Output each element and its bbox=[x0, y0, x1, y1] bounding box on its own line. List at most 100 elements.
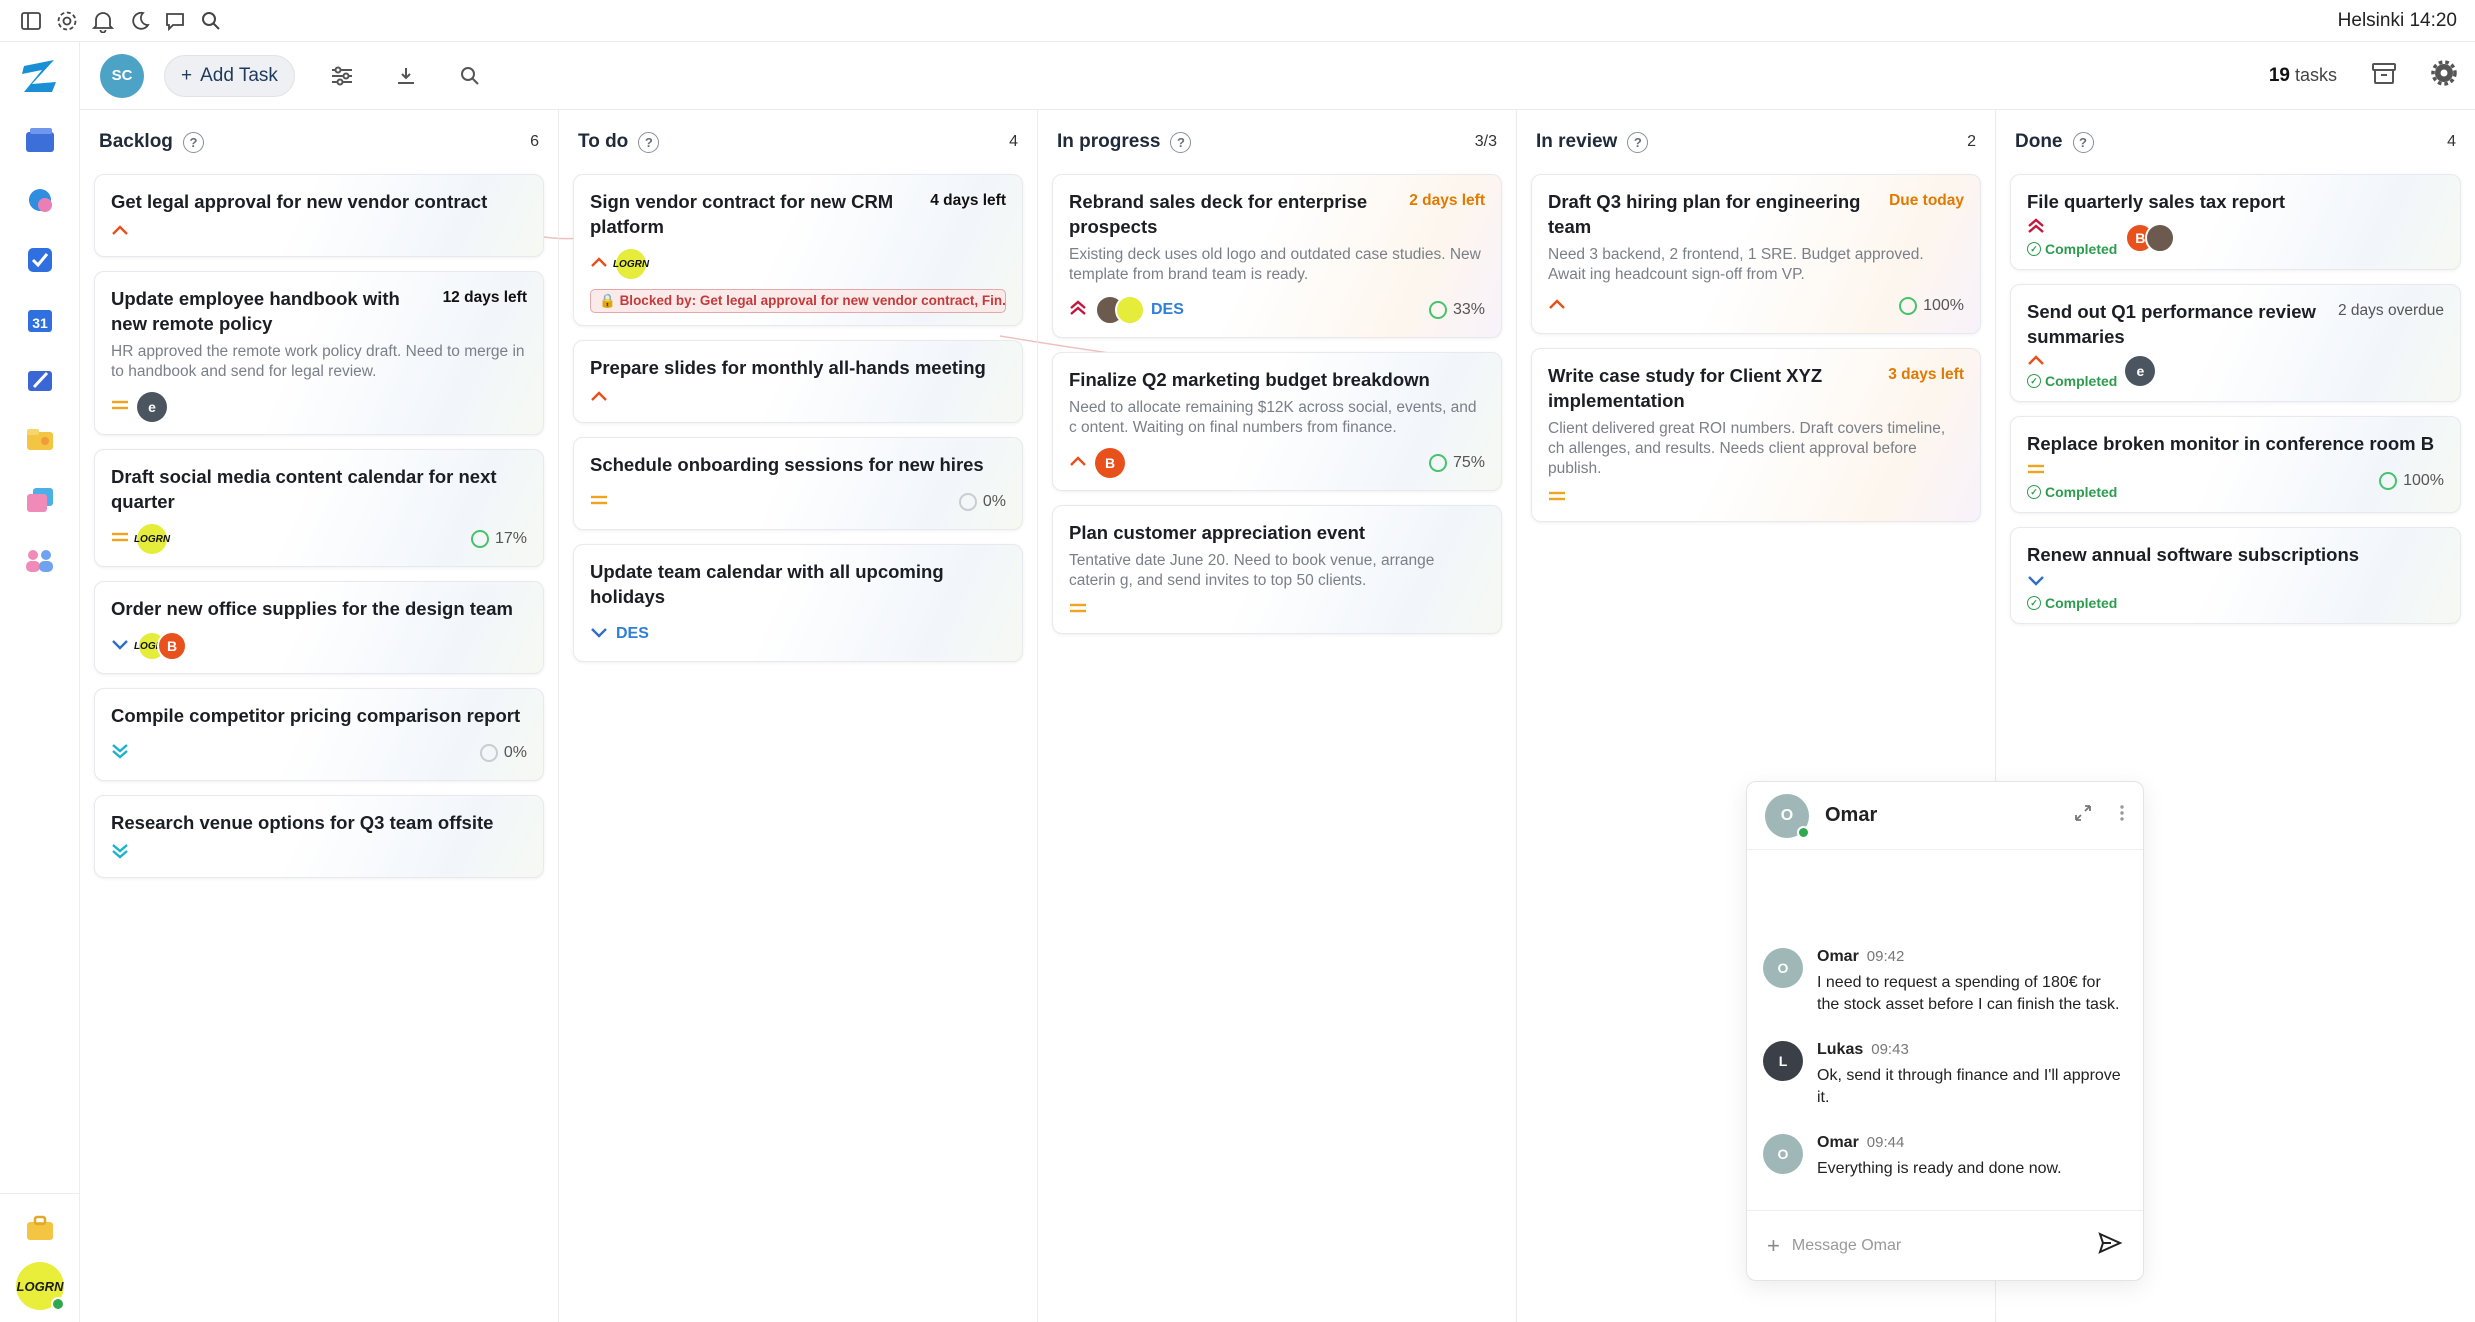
progress-indicator: 33% bbox=[1428, 301, 1485, 319]
assignee-avatar[interactable]: LOGRN bbox=[134, 524, 170, 554]
folder-icon[interactable] bbox=[20, 420, 60, 460]
search-icon[interactable] bbox=[453, 59, 487, 93]
task-card[interactable]: Order new office supplies for the design… bbox=[94, 581, 544, 674]
column-header: Backlog? 6 bbox=[94, 110, 544, 174]
team-tag[interactable]: DES bbox=[1151, 301, 1184, 319]
task-card[interactable]: Update team calendar with all upcoming h… bbox=[573, 544, 1023, 662]
column-title: In review bbox=[1536, 131, 1618, 152]
tasks-icon[interactable] bbox=[20, 240, 60, 280]
chat-composer: + bbox=[1747, 1210, 2143, 1280]
team-tag[interactable]: DES bbox=[616, 625, 649, 643]
progress-indicator: 17% bbox=[470, 530, 527, 548]
task-card[interactable]: Sign vendor contract for new CRM platfor… bbox=[573, 174, 1023, 326]
app-logo[interactable] bbox=[18, 54, 62, 98]
card-title: Write case study for Client XYZ implemen… bbox=[1548, 365, 1823, 411]
progress-indicator: 0% bbox=[958, 493, 1006, 511]
task-card[interactable]: Replace broken monitor in conference roo… bbox=[2010, 416, 2461, 513]
card-title: Replace broken monitor in conference roo… bbox=[2027, 433, 2435, 454]
expand-icon[interactable] bbox=[2073, 803, 2093, 828]
message-author: Lukas bbox=[1817, 1041, 1864, 1058]
task-card[interactable]: Compile competitor pricing comparison re… bbox=[94, 688, 544, 781]
priority-lowest-icon bbox=[111, 842, 129, 865]
column-header: In progress? 3/3 bbox=[1052, 110, 1502, 174]
chat-bubble-icon[interactable] bbox=[162, 8, 188, 34]
task-card[interactable]: Plan customer appreciation event Tentativ… bbox=[1052, 505, 1502, 634]
progress-ring bbox=[958, 493, 977, 511]
system-bar: Helsinki 14:20 bbox=[0, 0, 2475, 42]
column-header: To do? 4 bbox=[573, 110, 1023, 174]
assignee-logo-avatar[interactable] bbox=[1115, 295, 1145, 325]
column-title: To do bbox=[578, 131, 629, 152]
task-card[interactable]: Finalize Q2 marketing budget breakdown Ne… bbox=[1052, 352, 1502, 491]
help-icon[interactable]: ? bbox=[182, 131, 204, 153]
task-card[interactable]: Prepare slides for monthly all-hands mee… bbox=[573, 340, 1023, 423]
task-card[interactable]: Draft social media content calendar for … bbox=[94, 449, 544, 567]
help-icon[interactable]: ? bbox=[1627, 131, 1649, 153]
filter-icon[interactable] bbox=[325, 59, 359, 93]
contact-avatar[interactable]: O bbox=[1765, 793, 1810, 839]
board-toolbar: SC + Add Task 19 tasks bbox=[80, 42, 2475, 110]
task-card[interactable]: Schedule onboarding sessions for new hir… bbox=[573, 437, 1023, 530]
docs-icon[interactable] bbox=[20, 480, 60, 520]
progress-indicator: 100% bbox=[1899, 297, 1964, 315]
card-due: 12 days left bbox=[442, 289, 527, 306]
priority-low-icon bbox=[590, 625, 608, 643]
send-icon[interactable] bbox=[2097, 1231, 2123, 1260]
user-avatar[interactable]: SC bbox=[100, 53, 144, 98]
assignee-avatar[interactable]: B bbox=[1095, 448, 1125, 478]
assignee-avatar[interactable]: e bbox=[2125, 356, 2156, 386]
progress-indicator: 75% bbox=[1428, 454, 1485, 472]
task-card[interactable]: Rebrand sales deck for enterprise prospe… bbox=[1052, 174, 1502, 338]
progress-value: 75% bbox=[1452, 454, 1485, 471]
inbox-icon[interactable] bbox=[20, 180, 60, 220]
moon-icon[interactable] bbox=[126, 8, 152, 34]
card-title: Order new office supplies for the design… bbox=[111, 598, 513, 619]
task-card[interactable]: Get legal approval for new vendor contra… bbox=[94, 174, 544, 257]
task-card[interactable]: Draft Q3 hiring plan for engineering tea… bbox=[1531, 174, 1981, 334]
assignee-avatar[interactable]: B bbox=[157, 631, 187, 661]
add-task-label: Add Task bbox=[200, 64, 278, 86]
completed-badge: ✓ Completed bbox=[2027, 595, 2117, 611]
task-card[interactable]: Research venue options for Q3 team offsi… bbox=[94, 795, 544, 878]
attach-plus-icon[interactable]: + bbox=[1767, 1233, 1780, 1259]
task-card[interactable]: File quarterly sales tax report ✓ Complete… bbox=[2010, 174, 2461, 270]
card-description: Need 3 backend, 2 frontend, 1 SRE. Budge… bbox=[1548, 246, 1924, 283]
sort-icon[interactable] bbox=[389, 59, 423, 93]
message-time: 09:44 bbox=[1866, 1134, 1905, 1151]
message-avatar: O bbox=[1763, 1134, 1803, 1174]
assignee-avatar[interactable]: LOGRN bbox=[613, 249, 649, 279]
add-task-button[interactable]: + Add Task bbox=[164, 54, 295, 97]
archive-icon[interactable] bbox=[2371, 61, 2397, 90]
search-icon[interactable] bbox=[198, 8, 224, 34]
card-title: Get legal approval for new vendor contra… bbox=[111, 191, 488, 212]
task-card[interactable]: Send out Q1 performance review summaries… bbox=[2010, 284, 2461, 402]
column-count: 6 bbox=[530, 133, 539, 150]
team-icon[interactable] bbox=[20, 540, 60, 580]
online-status-dot bbox=[1797, 825, 1810, 839]
calendar-icon[interactable]: 31 bbox=[20, 300, 60, 340]
help-icon[interactable]: ? bbox=[1170, 131, 1192, 153]
current-user-avatar[interactable]: LOGRN bbox=[16, 1262, 65, 1311]
blocked-badge[interactable]: 🔒 Blocked by: Get legal approval for new… bbox=[590, 289, 1006, 313]
progress-indicator: 0% bbox=[479, 744, 527, 762]
completed-label: Completed bbox=[2045, 373, 2118, 389]
task-card[interactable]: Renew annual software subscriptions ✓ Comp… bbox=[2010, 527, 2461, 624]
gear-icon[interactable] bbox=[54, 8, 80, 34]
settings-gear-icon[interactable] bbox=[2431, 60, 2457, 91]
message-input[interactable] bbox=[1791, 1236, 2085, 1255]
bell-icon[interactable] bbox=[90, 8, 116, 34]
task-count-value: 19 bbox=[2268, 64, 2290, 86]
task-card[interactable]: Write case study for Client XYZ implemen… bbox=[1531, 348, 1981, 522]
more-options-icon[interactable] bbox=[2119, 803, 2125, 828]
card-title: Schedule onboarding sessions for new hir… bbox=[590, 454, 984, 475]
assignee-avatar[interactable]: e bbox=[137, 392, 167, 422]
assignee-photo-avatar[interactable] bbox=[2145, 222, 2176, 253]
task-card[interactable]: Update employee handbook with new remote… bbox=[94, 271, 544, 435]
priority-medium-icon bbox=[111, 530, 129, 548]
sidebar-toggle-icon[interactable] bbox=[18, 8, 44, 34]
notes-icon[interactable] bbox=[20, 360, 60, 400]
briefcase-icon[interactable] bbox=[20, 1208, 60, 1248]
help-icon[interactable]: ? bbox=[2072, 131, 2094, 153]
home-icon[interactable] bbox=[20, 120, 60, 160]
help-icon[interactable]: ? bbox=[638, 131, 660, 153]
